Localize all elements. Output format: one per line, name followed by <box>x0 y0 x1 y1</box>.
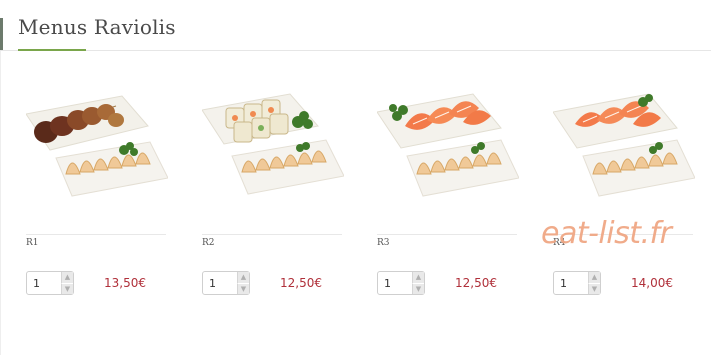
increase-quantity-button[interactable]: ▲ <box>61 272 73 283</box>
quantity-stepper[interactable]: ▲ ▼ <box>377 271 425 295</box>
quantity-stepper[interactable]: ▲ ▼ <box>26 271 74 295</box>
decrease-quantity-button[interactable]: ▼ <box>412 283 424 294</box>
increase-quantity-button[interactable]: ▲ <box>588 272 600 283</box>
product-ref: R3 <box>377 238 390 248</box>
section-left-rule <box>0 18 3 50</box>
watermark-text: eat-list.fr <box>541 216 672 251</box>
section-title-accent <box>18 49 86 51</box>
card-divider <box>377 234 517 235</box>
product-image-salmon-sashimi[interactable] <box>377 86 519 201</box>
section-title-underline <box>0 50 711 51</box>
increase-quantity-button[interactable]: ▲ <box>412 272 424 283</box>
product-price: 12,50€ <box>455 276 497 290</box>
section-title: Menus Raviolis <box>18 15 176 39</box>
content-left-border <box>0 51 1 355</box>
product-card-r3: R3 ▲ ▼ 12,50€ <box>377 86 525 296</box>
quantity-input[interactable] <box>554 272 592 294</box>
product-ref: R1 <box>26 238 39 248</box>
product-image-california-rolls[interactable] <box>202 86 344 201</box>
quantity-input[interactable] <box>378 272 416 294</box>
product-price: 14,00€ <box>631 276 673 290</box>
product-price: 12,50€ <box>280 276 322 290</box>
decrease-quantity-button[interactable]: ▼ <box>237 283 249 294</box>
card-divider <box>202 234 342 235</box>
quantity-stepper[interactable]: ▲ ▼ <box>553 271 601 295</box>
product-price: 13,50€ <box>104 276 146 290</box>
product-ref: R2 <box>202 238 215 248</box>
quantity-stepper[interactable]: ▲ ▼ <box>202 271 250 295</box>
product-card-r4: R4 ▲ ▼ 14,00€ <box>553 86 701 296</box>
increase-quantity-button[interactable]: ▲ <box>237 272 249 283</box>
product-image-salmon-sashimi[interactable] <box>553 86 695 201</box>
product-image-yakitori[interactable] <box>26 86 168 201</box>
quantity-input[interactable] <box>203 272 241 294</box>
card-divider <box>26 234 166 235</box>
decrease-quantity-button[interactable]: ▼ <box>588 283 600 294</box>
product-card-r1: R1 ▲ ▼ 13,50€ <box>26 86 174 296</box>
product-card-r2: R2 ▲ ▼ 12,50€ <box>202 86 350 296</box>
quantity-input[interactable] <box>27 272 65 294</box>
decrease-quantity-button[interactable]: ▼ <box>61 283 73 294</box>
